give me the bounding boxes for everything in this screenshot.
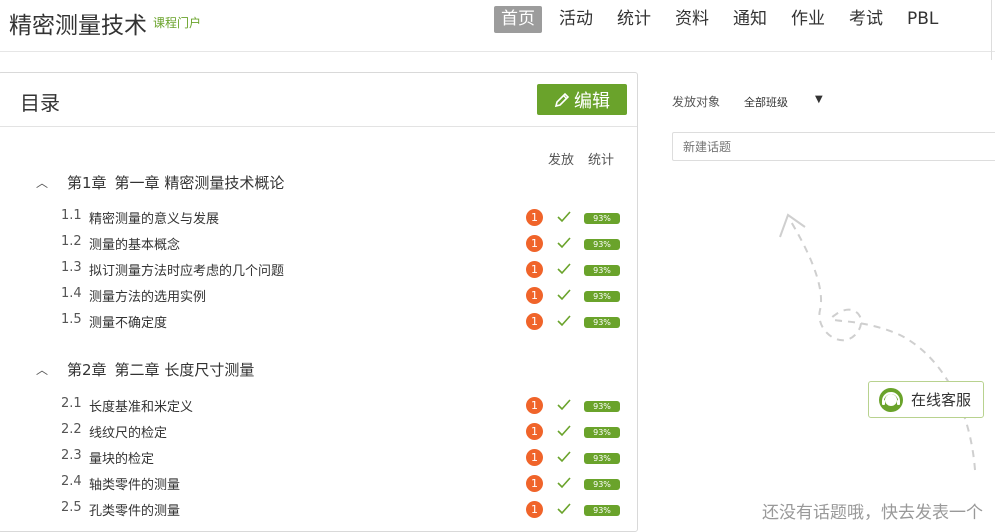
edit-button-label: 编辑	[574, 90, 610, 112]
lesson-name[interactable]: 测量不确定度	[89, 312, 167, 331]
completion-badge: 93%	[584, 479, 620, 490]
chapter-index: 第1章	[67, 174, 107, 192]
caret-down-icon[interactable]: ▼	[815, 94, 823, 105]
completion-badge: 93%	[584, 239, 620, 250]
completion-badge: 93%	[584, 427, 620, 438]
nav-pbl[interactable]: PBL	[900, 6, 945, 33]
lesson-name[interactable]: 测量方法的选用实例	[89, 286, 206, 305]
course-portal-link[interactable]: 课程门户	[153, 14, 201, 31]
lesson-row[interactable]: 1.3 拟订测量方法时应考虑的几个问题 1 93%	[61, 258, 621, 279]
lesson-number: 1.4	[61, 286, 82, 301]
nav-materials[interactable]: 资料	[668, 6, 716, 33]
nav-homework[interactable]: 作业	[784, 6, 832, 33]
column-publish: 发放	[548, 153, 575, 168]
column-stats: 统计	[588, 153, 615, 168]
lesson-name[interactable]: 量块的检定	[89, 448, 154, 467]
lesson-row[interactable]: 2.4 轴类零件的测量 1 93%	[61, 472, 621, 493]
lesson-name[interactable]: 拟订测量方法时应考虑的几个问题	[89, 260, 284, 279]
lesson-name[interactable]: 轴类零件的测量	[89, 474, 180, 493]
lesson-number: 2.5	[61, 500, 82, 515]
lesson-number: 2.3	[61, 448, 82, 463]
check-icon	[557, 263, 571, 275]
new-topic-input[interactable]	[672, 132, 995, 161]
lesson-number: 1.2	[61, 234, 82, 249]
main-nav: 首页 活动 统计 资料 通知 作业 考试 PBL	[494, 6, 955, 33]
chapter-title: 第二章 长度尺寸测量	[114, 361, 255, 379]
publish-count-badge[interactable]: 1	[526, 501, 543, 518]
completion-badge: 93%	[584, 453, 620, 464]
check-icon	[557, 211, 571, 223]
lesson-name[interactable]: 长度基准和米定义	[89, 396, 193, 415]
target-select[interactable]: 全部班级	[744, 94, 788, 110]
lesson-number: 2.4	[61, 474, 82, 489]
publish-count-badge[interactable]: 1	[526, 261, 543, 278]
check-icon	[557, 425, 571, 437]
lesson-row[interactable]: 1.5 测量不确定度 1 93%	[61, 310, 621, 331]
lesson-number: 1.3	[61, 260, 82, 275]
edit-button[interactable]: 编辑	[537, 84, 627, 115]
lesson-number: 2.1	[61, 396, 82, 411]
lesson-name[interactable]: 线纹尺的检定	[89, 422, 167, 441]
nav-activity[interactable]: 活动	[552, 6, 600, 33]
column-headers: 发放 统计	[548, 149, 614, 168]
catalog-title: 目录	[20, 91, 60, 115]
chapter-index: 第2章	[67, 361, 107, 379]
nav-exam[interactable]: 考试	[842, 6, 890, 33]
check-icon	[557, 503, 571, 515]
completion-badge: 93%	[584, 265, 620, 276]
lesson-number: 1.1	[61, 208, 82, 223]
lesson-row[interactable]: 1.2 测量的基本概念 1 93%	[61, 232, 621, 253]
completion-badge: 93%	[584, 317, 620, 328]
empty-topics-hint: 还没有话题哦，快去发表一个	[762, 503, 983, 523]
publish-count-badge[interactable]: 1	[526, 449, 543, 466]
check-icon	[557, 315, 571, 327]
online-service-label: 在线客服	[911, 391, 972, 409]
publish-count-badge[interactable]: 1	[526, 475, 543, 492]
completion-badge: 93%	[584, 213, 620, 224]
scrollbar-edge[interactable]	[991, 0, 995, 60]
chapter-heading[interactable]: ︿ 第2章 第二章 长度尺寸测量	[36, 359, 254, 380]
check-icon	[557, 399, 571, 411]
publish-count-badge[interactable]: 1	[526, 423, 543, 440]
publish-count-badge[interactable]: 1	[526, 313, 543, 330]
nav-home[interactable]: 首页	[494, 6, 542, 33]
lesson-number: 1.5	[61, 312, 82, 327]
chevron-up-icon[interactable]: ︿	[36, 174, 52, 191]
nav-notices[interactable]: 通知	[726, 6, 774, 33]
publish-count-badge[interactable]: 1	[526, 287, 543, 304]
publish-count-badge[interactable]: 1	[526, 397, 543, 414]
check-icon	[557, 289, 571, 301]
check-icon	[557, 451, 571, 463]
headset-icon	[879, 387, 903, 412]
completion-badge: 93%	[584, 505, 620, 516]
completion-badge: 93%	[584, 291, 620, 302]
online-service-button[interactable]: 在线客服	[868, 381, 984, 418]
lesson-row[interactable]: 2.3 量块的检定 1 93%	[61, 446, 621, 467]
catalog-panel: 目录 编辑 发放 统计 ︿ 第1章 第一章 精密测量技术概论 1.1 精密测量的…	[0, 72, 638, 532]
catalog-header: 目录 编辑	[0, 73, 637, 127]
empty-state-arrow-illustration	[779, 213, 976, 471]
pencil-icon	[554, 92, 570, 107]
top-bar: 精密测量技术 课程门户 首页 活动 统计 资料 通知 作业 考试 PBL	[0, 0, 995, 60]
chapter-heading[interactable]: ︿ 第1章 第一章 精密测量技术概论	[36, 172, 284, 193]
lesson-number: 2.2	[61, 422, 82, 437]
publish-count-badge[interactable]: 1	[526, 209, 543, 226]
lesson-row[interactable]: 2.1 长度基准和米定义 1 93%	[61, 394, 621, 415]
chevron-up-icon[interactable]: ︿	[36, 361, 52, 378]
target-label: 发放对象	[672, 95, 721, 109]
completion-badge: 93%	[584, 401, 620, 412]
lesson-row[interactable]: 2.5 孔类零件的测量 1 93%	[61, 498, 621, 519]
lesson-row[interactable]: 1.4 测量方法的选用实例 1 93%	[61, 284, 621, 305]
check-icon	[557, 477, 571, 489]
nav-statistics[interactable]: 统计	[610, 6, 658, 33]
chapter-title: 第一章 精密测量技术概论	[114, 174, 285, 192]
check-icon	[557, 237, 571, 249]
publish-count-badge[interactable]: 1	[526, 235, 543, 252]
lesson-row[interactable]: 2.2 线纹尺的检定 1 93%	[61, 420, 621, 441]
lesson-name[interactable]: 测量的基本概念	[89, 234, 180, 253]
lesson-row[interactable]: 1.1 精密测量的意义与发展 1 93%	[61, 206, 621, 227]
course-title: 精密测量技术	[9, 13, 147, 39]
lesson-name[interactable]: 精密测量的意义与发展	[89, 208, 219, 227]
lesson-name[interactable]: 孔类零件的测量	[89, 500, 180, 519]
